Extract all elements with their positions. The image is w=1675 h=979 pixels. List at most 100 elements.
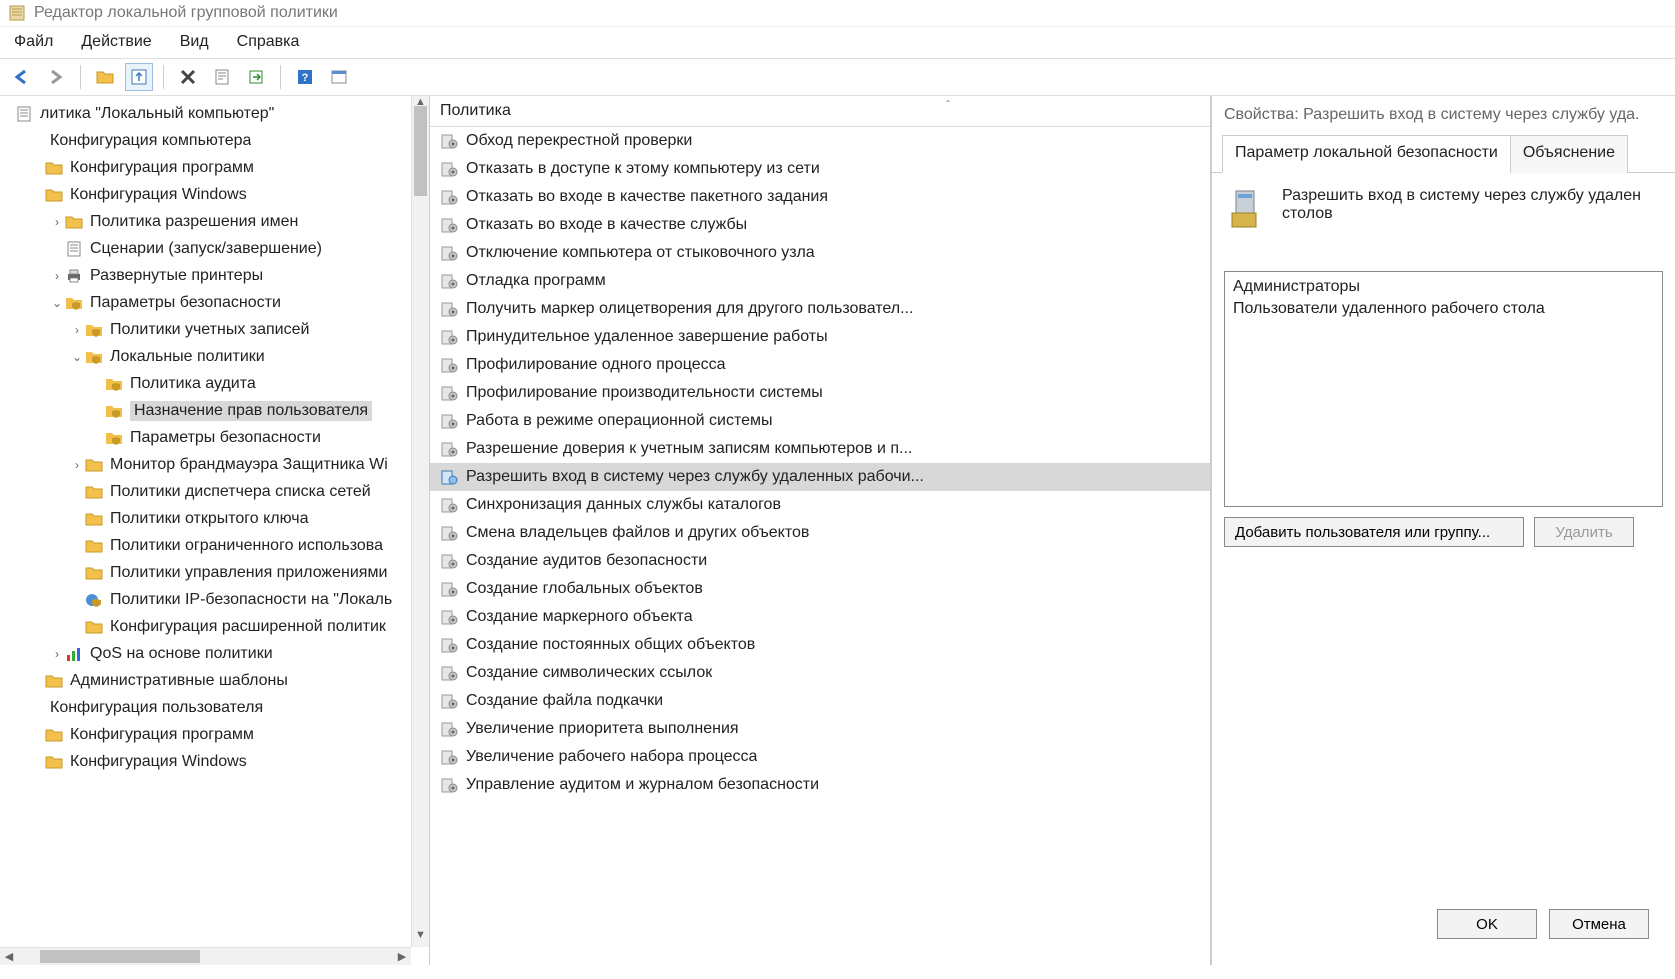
export-button[interactable] xyxy=(242,63,270,91)
tree-item-scripts[interactable]: Сценарии (запуск/завершение) xyxy=(0,235,429,262)
policy-list-item[interactable]: Получить маркер олицетворения для другог… xyxy=(430,295,1210,323)
window-props-button[interactable] xyxy=(325,63,353,91)
tab-explain[interactable]: Объяснение xyxy=(1510,135,1628,173)
delete-button[interactable] xyxy=(174,63,202,91)
tree-item-user-windows[interactable]: Конфигурация Windows xyxy=(0,748,429,775)
properties-button[interactable] xyxy=(208,63,236,91)
tree-item-firewall-monitor[interactable]: ›Монитор брандмауэра Защитника Wi xyxy=(0,451,429,478)
policy-list-item[interactable]: Принудительное удаленное завершение рабо… xyxy=(430,323,1210,351)
member-item[interactable]: Пользователи удаленного рабочего стола xyxy=(1233,300,1654,322)
policy-list-item[interactable]: Создание аудитов безопасности xyxy=(430,547,1210,575)
tree-item-app-control[interactable]: Политики управления приложениями xyxy=(0,559,429,586)
policy-list-item[interactable]: Увеличение рабочего набора процесса xyxy=(430,743,1210,771)
tree-item-software-restriction[interactable]: Политики ограниченного использова xyxy=(0,532,429,559)
policy-list-item[interactable]: Создание файла подкачки xyxy=(430,687,1210,715)
policy-list-item[interactable]: Отказать во входе в качестве службы xyxy=(430,211,1210,239)
forward-button[interactable] xyxy=(42,63,70,91)
tree-item-nla-policies[interactable]: Политики диспетчера списка сетей xyxy=(0,478,429,505)
chevron-right-icon[interactable]: › xyxy=(70,323,84,337)
tree-horizontal-scrollbar[interactable]: ◀ ▶ xyxy=(0,947,411,965)
scroll-thumb[interactable] xyxy=(40,950,200,963)
policy-item-icon xyxy=(440,748,458,766)
tree-item-root[interactable]: литика "Локальный компьютер" xyxy=(0,100,429,127)
policy-list-pane: Политика ˆ Обход перекрестной проверки От… xyxy=(430,96,1211,965)
scroll-thumb[interactable] xyxy=(414,106,427,196)
policy-list-item[interactable]: Создание постоянных общих объектов xyxy=(430,631,1210,659)
show-tree-button[interactable] xyxy=(125,63,153,91)
chevron-right-icon[interactable]: › xyxy=(50,269,64,283)
policy-item-label: Обход перекрестной проверки xyxy=(466,132,692,150)
menu-action[interactable]: Действие xyxy=(81,33,151,51)
tree-vertical-scrollbar[interactable]: ▲ ▼ xyxy=(411,96,429,947)
cancel-button[interactable]: Отмена xyxy=(1549,909,1649,939)
tree-item-ipsec[interactable]: Политики IP-безопасности на "Локаль xyxy=(0,586,429,613)
tree-item-public-key[interactable]: Политики открытого ключа xyxy=(0,505,429,532)
scroll-down-icon[interactable]: ▼ xyxy=(412,929,429,947)
policy-list-item[interactable]: Смена владельцев файлов и других объекто… xyxy=(430,519,1210,547)
help-button[interactable] xyxy=(291,63,319,91)
policy-item-label: Профилирование производительности систем… xyxy=(466,384,823,402)
ok-button[interactable]: OK xyxy=(1437,909,1537,939)
menu-view[interactable]: Вид xyxy=(180,33,209,51)
tree-item-qos[interactable]: ›QoS на основе политики xyxy=(0,640,429,667)
tree-item-user-soft[interactable]: Конфигурация программ xyxy=(0,721,429,748)
add-user-or-group-button[interactable]: Добавить пользователя или группу... xyxy=(1224,517,1524,547)
tree-item-local-policies[interactable]: ⌄Локальные политики xyxy=(0,343,429,370)
scroll-left-icon[interactable]: ◀ xyxy=(0,948,18,965)
tree-item-security-settings[interactable]: ⌄Параметры безопасности xyxy=(0,289,429,316)
column-resize-handle[interactable]: ˆ xyxy=(946,98,950,112)
column-header-policy[interactable]: Политика xyxy=(440,102,511,119)
policy-list-item[interactable]: Синхронизация данных службы каталогов xyxy=(430,491,1210,519)
tree-item-user-rights[interactable]: Назначение прав пользователя xyxy=(0,397,429,424)
members-listbox[interactable]: АдминистраторыПользователи удаленного ра… xyxy=(1224,271,1663,507)
tree-item-computer-config[interactable]: Конфигурация компьютера xyxy=(0,127,429,154)
policy-list-item[interactable]: Обход перекрестной проверки xyxy=(430,127,1210,155)
remove-button[interactable]: Удалить xyxy=(1534,517,1634,547)
policy-list-item[interactable]: Управление аудитом и журналом безопаснос… xyxy=(430,771,1210,799)
policy-list[interactable]: Обход перекрестной проверки Отказать в до… xyxy=(430,127,1210,799)
tree-view[interactable]: литика "Локальный компьютер"Конфигурация… xyxy=(0,96,429,965)
policy-list-item[interactable]: Отказать в доступе к этому компьютеру из… xyxy=(430,155,1210,183)
tree-item-user-config[interactable]: Конфигурация пользователя xyxy=(0,694,429,721)
menu-file[interactable]: Файл xyxy=(14,33,53,51)
policy-list-item[interactable]: Отключение компьютера от стыковочного уз… xyxy=(430,239,1210,267)
folder-shield-icon xyxy=(64,294,84,312)
tree-item-advanced-audit[interactable]: Конфигурация расширенной политик xyxy=(0,613,429,640)
chevron-down-icon[interactable]: ⌄ xyxy=(50,296,64,310)
folder-icon xyxy=(84,618,104,636)
tree-item-account-policies[interactable]: ›Политики учетных записей xyxy=(0,316,429,343)
member-item[interactable]: Администраторы xyxy=(1233,278,1654,300)
chevron-right-icon[interactable]: › xyxy=(50,647,64,661)
policy-list-item[interactable]: Работа в режиме операционной системы xyxy=(430,407,1210,435)
tree-up-icon xyxy=(130,68,148,86)
chevron-down-icon[interactable]: ⌄ xyxy=(70,350,84,364)
tree-item-name-resolution[interactable]: ›Политика разрешения имен xyxy=(0,208,429,235)
tree-item-deployed-printers[interactable]: ›Развернутые принтеры xyxy=(0,262,429,289)
policy-list-item[interactable]: Разрешить вход в систему через службу уд… xyxy=(430,463,1210,491)
tree-item-security-options[interactable]: Параметры безопасности xyxy=(0,424,429,451)
policy-header: Разрешить вход в систему через службу уд… xyxy=(1224,187,1663,231)
back-button[interactable] xyxy=(8,63,36,91)
policy-list-item[interactable]: Создание глобальных объектов xyxy=(430,575,1210,603)
policy-list-header[interactable]: Политика ˆ xyxy=(430,96,1210,127)
policy-list-item[interactable]: Разрешение доверия к учетным записям ком… xyxy=(430,435,1210,463)
policy-list-item[interactable]: Создание маркерного объекта xyxy=(430,603,1210,631)
policy-list-item[interactable]: Профилирование одного процесса xyxy=(430,351,1210,379)
tree-item-soft-config[interactable]: Конфигурация программ xyxy=(0,154,429,181)
policy-list-item[interactable]: Отладка программ xyxy=(430,267,1210,295)
chevron-right-icon[interactable]: › xyxy=(50,215,64,229)
policy-list-item[interactable]: Создание символических ссылок xyxy=(430,659,1210,687)
policy-list-item[interactable]: Профилирование производительности систем… xyxy=(430,379,1210,407)
up-one-level-button[interactable] xyxy=(91,63,119,91)
scroll-right-icon[interactable]: ▶ xyxy=(393,948,411,965)
chevron-right-icon[interactable]: › xyxy=(70,458,84,472)
policy-list-item[interactable]: Увеличение приоритета выполнения xyxy=(430,715,1210,743)
policy-list-item[interactable]: Отказать во входе в качестве пакетного з… xyxy=(430,183,1210,211)
toolbar-separator xyxy=(280,65,281,89)
tree-item-windows-config[interactable]: Конфигурация Windows xyxy=(0,181,429,208)
menu-help[interactable]: Справка xyxy=(237,33,300,51)
tree-item-audit-policy[interactable]: Политика аудита xyxy=(0,370,429,397)
tab-local-security[interactable]: Параметр локальной безопасности xyxy=(1222,135,1511,173)
tree-item-admin-templates[interactable]: Административные шаблоны xyxy=(0,667,429,694)
blank xyxy=(24,132,44,150)
